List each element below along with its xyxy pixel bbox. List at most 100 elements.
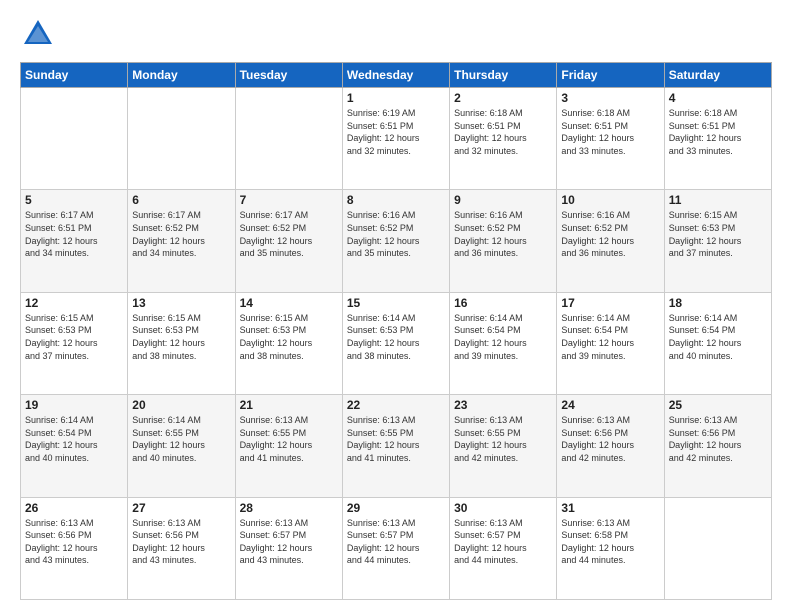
day-info: Sunrise: 6:13 AM Sunset: 6:55 PM Dayligh… [240,414,338,464]
logo [20,16,60,52]
calendar-cell: 25 Sunrise: 6:13 AM Sunset: 6:56 PM Dayli… [664,395,771,497]
day-number: 17 [561,296,659,310]
day-number: 3 [561,91,659,105]
day-number: 16 [454,296,552,310]
day-number: 8 [347,193,445,207]
day-number: 2 [454,91,552,105]
calendar-cell: 28 Sunrise: 6:13 AM Sunset: 6:57 PM Dayli… [235,497,342,599]
day-info: Sunrise: 6:13 AM Sunset: 6:56 PM Dayligh… [132,517,230,567]
calendar-cell: 3 Sunrise: 6:18 AM Sunset: 6:51 PM Daylig… [557,88,664,190]
day-info: Sunrise: 6:13 AM Sunset: 6:56 PM Dayligh… [561,414,659,464]
day-number: 5 [25,193,123,207]
week-row-4: 26Sunrise: 6:13 AM Sunset: 6:56 PM Dayli… [21,497,772,599]
day-header-friday: Friday [557,63,664,88]
calendar-cell: 6Sunrise: 6:17 AM Sunset: 6:52 PM Daylig… [128,190,235,292]
day-info: Sunrise: 6:14 AM Sunset: 6:54 PM Dayligh… [669,312,767,362]
day-number: 28 [240,501,338,515]
day-header-monday: Monday [128,63,235,88]
day-number: 21 [240,398,338,412]
day-info: Sunrise: 6:15 AM Sunset: 6:53 PM Dayligh… [669,209,767,259]
day-info: Sunrise: 6:15 AM Sunset: 6:53 PM Dayligh… [132,312,230,362]
calendar-cell: 17 Sunrise: 6:14 AM Sunset: 6:54 PM Dayli… [557,292,664,394]
calendar-cell: 22Sunrise: 6:13 AM Sunset: 6:55 PM Dayli… [342,395,449,497]
logo-icon [20,16,56,52]
day-info: Sunrise: 6:13 AM Sunset: 6:56 PM Dayligh… [669,414,767,464]
week-row-1: 5 Sunrise: 6:17 AM Sunset: 6:51 PM Daylig… [21,190,772,292]
day-header-tuesday: Tuesday [235,63,342,88]
day-info: Sunrise: 6:14 AM Sunset: 6:55 PM Dayligh… [132,414,230,464]
calendar-cell: 1 Sunrise: 6:19 AM Sunset: 6:51 PM Daylig… [342,88,449,190]
day-number: 10 [561,193,659,207]
calendar-cell: 13 Sunrise: 6:15 AM Sunset: 6:53 PM Dayli… [128,292,235,394]
calendar-cell [664,497,771,599]
calendar-cell: 4 Sunrise: 6:18 AM Sunset: 6:51 PM Daylig… [664,88,771,190]
page: SundayMondayTuesdayWednesdayThursdayFrid… [0,0,792,612]
day-info: Sunrise: 6:13 AM Sunset: 6:55 PM Dayligh… [347,414,445,464]
day-info: Sunrise: 6:17 AM Sunset: 6:51 PM Dayligh… [25,209,123,259]
calendar-cell: 10 Sunrise: 6:16 AM Sunset: 6:52 PM Dayli… [557,190,664,292]
day-info: Sunrise: 6:15 AM Sunset: 6:53 PM Dayligh… [25,312,123,362]
day-info: Sunrise: 6:18 AM Sunset: 6:51 PM Dayligh… [561,107,659,157]
day-number: 13 [132,296,230,310]
calendar-cell: 7Sunrise: 6:17 AM Sunset: 6:52 PM Daylig… [235,190,342,292]
week-row-3: 19 Sunrise: 6:14 AM Sunset: 6:54 PM Dayli… [21,395,772,497]
day-number: 4 [669,91,767,105]
day-number: 9 [454,193,552,207]
day-info: Sunrise: 6:16 AM Sunset: 6:52 PM Dayligh… [347,209,445,259]
day-info: Sunrise: 6:14 AM Sunset: 6:54 PM Dayligh… [561,312,659,362]
days-header-row: SundayMondayTuesdayWednesdayThursdayFrid… [21,63,772,88]
day-number: 18 [669,296,767,310]
day-info: Sunrise: 6:14 AM Sunset: 6:54 PM Dayligh… [454,312,552,362]
day-number: 15 [347,296,445,310]
day-number: 31 [561,501,659,515]
calendar-cell: 8 Sunrise: 6:16 AM Sunset: 6:52 PM Daylig… [342,190,449,292]
day-info: Sunrise: 6:13 AM Sunset: 6:57 PM Dayligh… [454,517,552,567]
day-number: 24 [561,398,659,412]
day-number: 1 [347,91,445,105]
day-number: 19 [25,398,123,412]
calendar-cell: 23 Sunrise: 6:13 AM Sunset: 6:55 PM Dayli… [450,395,557,497]
calendar-cell [21,88,128,190]
day-number: 7 [240,193,338,207]
day-info: Sunrise: 6:14 AM Sunset: 6:54 PM Dayligh… [25,414,123,464]
calendar-cell [235,88,342,190]
calendar-cell: 11 Sunrise: 6:15 AM Sunset: 6:53 PM Dayli… [664,190,771,292]
day-info: Sunrise: 6:19 AM Sunset: 6:51 PM Dayligh… [347,107,445,157]
day-info: Sunrise: 6:16 AM Sunset: 6:52 PM Dayligh… [454,209,552,259]
calendar-cell: 15 Sunrise: 6:14 AM Sunset: 6:53 PM Dayli… [342,292,449,394]
day-number: 25 [669,398,767,412]
calendar-cell: 26Sunrise: 6:13 AM Sunset: 6:56 PM Dayli… [21,497,128,599]
calendar-cell: 29 Sunrise: 6:13 AM Sunset: 6:57 PM Dayli… [342,497,449,599]
calendar-cell: 20Sunrise: 6:14 AM Sunset: 6:55 PM Dayli… [128,395,235,497]
day-info: Sunrise: 6:18 AM Sunset: 6:51 PM Dayligh… [669,107,767,157]
day-info: Sunrise: 6:18 AM Sunset: 6:51 PM Dayligh… [454,107,552,157]
day-header-thursday: Thursday [450,63,557,88]
calendar-cell: 24 Sunrise: 6:13 AM Sunset: 6:56 PM Dayli… [557,395,664,497]
day-info: Sunrise: 6:16 AM Sunset: 6:52 PM Dayligh… [561,209,659,259]
week-row-2: 12 Sunrise: 6:15 AM Sunset: 6:53 PM Dayli… [21,292,772,394]
day-info: Sunrise: 6:15 AM Sunset: 6:53 PM Dayligh… [240,312,338,362]
calendar-cell: 18 Sunrise: 6:14 AM Sunset: 6:54 PM Dayli… [664,292,771,394]
calendar-cell: 16 Sunrise: 6:14 AM Sunset: 6:54 PM Dayli… [450,292,557,394]
calendar-cell: 9 Sunrise: 6:16 AM Sunset: 6:52 PM Daylig… [450,190,557,292]
day-info: Sunrise: 6:13 AM Sunset: 6:57 PM Dayligh… [347,517,445,567]
day-header-wednesday: Wednesday [342,63,449,88]
day-number: 23 [454,398,552,412]
calendar-cell: 2 Sunrise: 6:18 AM Sunset: 6:51 PM Daylig… [450,88,557,190]
calendar-cell: 12 Sunrise: 6:15 AM Sunset: 6:53 PM Dayli… [21,292,128,394]
calendar-cell: 30Sunrise: 6:13 AM Sunset: 6:57 PM Dayli… [450,497,557,599]
day-info: Sunrise: 6:14 AM Sunset: 6:53 PM Dayligh… [347,312,445,362]
calendar-table: SundayMondayTuesdayWednesdayThursdayFrid… [20,62,772,600]
day-info: Sunrise: 6:13 AM Sunset: 6:56 PM Dayligh… [25,517,123,567]
calendar-cell: 14Sunrise: 6:15 AM Sunset: 6:53 PM Dayli… [235,292,342,394]
calendar-cell [128,88,235,190]
day-number: 11 [669,193,767,207]
day-number: 6 [132,193,230,207]
day-number: 27 [132,501,230,515]
week-row-0: 1 Sunrise: 6:19 AM Sunset: 6:51 PM Daylig… [21,88,772,190]
day-number: 29 [347,501,445,515]
calendar-cell: 21 Sunrise: 6:13 AM Sunset: 6:55 PM Dayli… [235,395,342,497]
day-number: 12 [25,296,123,310]
day-info: Sunrise: 6:13 AM Sunset: 6:55 PM Dayligh… [454,414,552,464]
day-info: Sunrise: 6:13 AM Sunset: 6:57 PM Dayligh… [240,517,338,567]
